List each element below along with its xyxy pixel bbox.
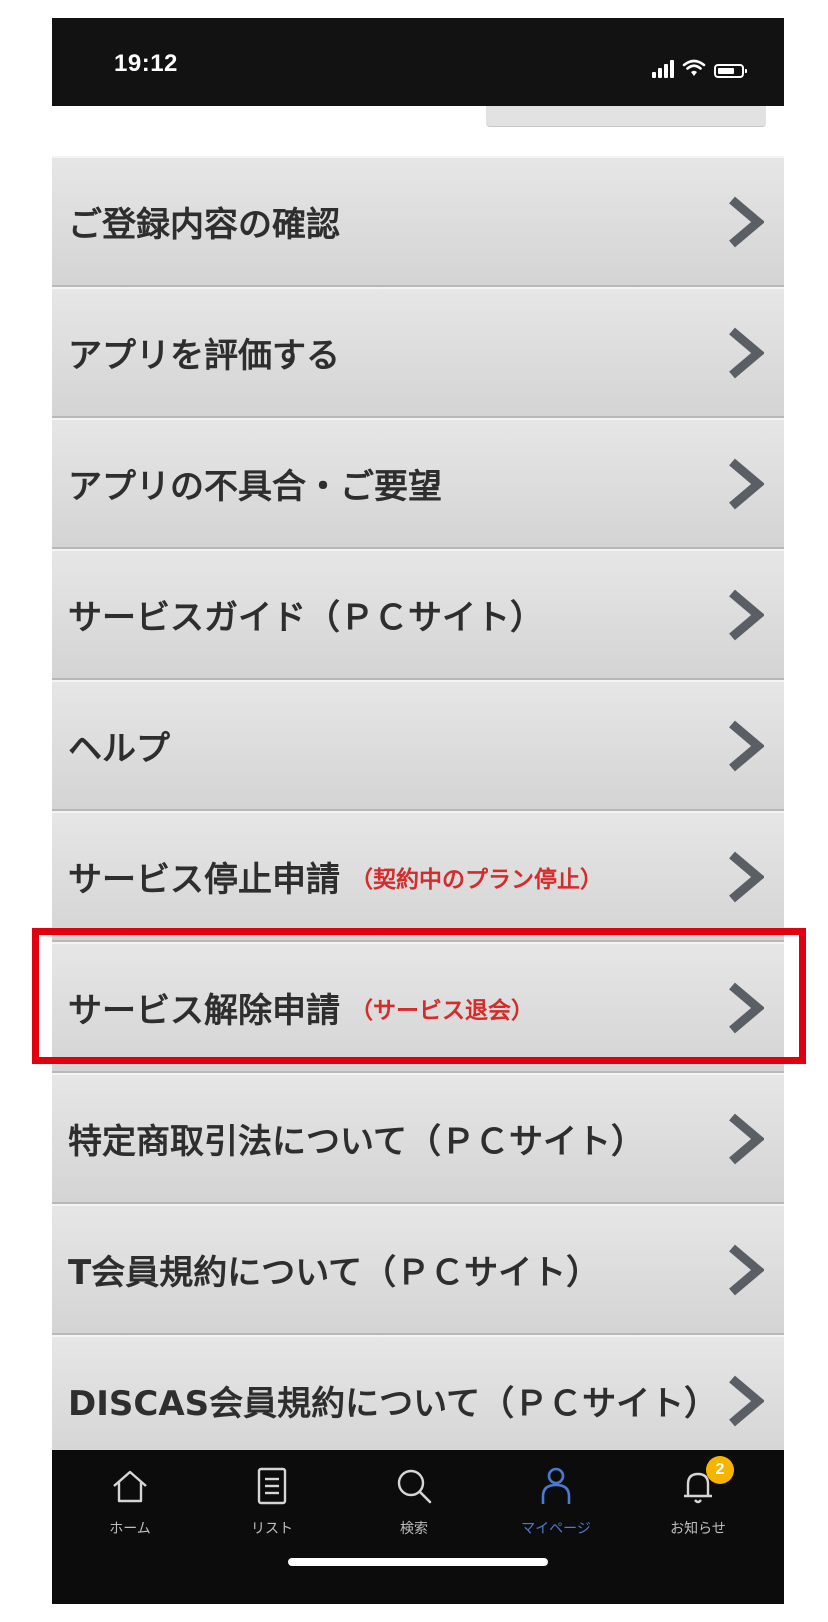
- menu-item-label: サービスガイド（ＰＣサイト）: [68, 598, 544, 638]
- menu-item-t-member-terms[interactable]: T会員規約について（ＰＣサイト）: [52, 1204, 784, 1335]
- previous-item-edge: [486, 106, 766, 127]
- previous-item-strip: [52, 106, 784, 156]
- menu-item-service-guide[interactable]: サービスガイド（ＰＣサイト）: [52, 549, 784, 680]
- chevron-right-icon: [729, 458, 764, 509]
- menu-item-app-feedback[interactable]: アプリの不具合・ご要望: [52, 418, 784, 549]
- tab-notifications[interactable]: 2 お知らせ: [648, 1456, 748, 1544]
- menu-item-registration-info[interactable]: ご登録内容の確認: [52, 156, 784, 287]
- wifi-icon: [682, 59, 706, 76]
- chevron-right-icon: [729, 851, 764, 902]
- menu-item-help[interactable]: ヘルプ: [52, 680, 784, 811]
- home-icon: [113, 1470, 147, 1503]
- chevron-right-icon: [729, 982, 764, 1033]
- chevron-right-icon: [729, 1375, 764, 1426]
- chevron-right-icon: [729, 1244, 764, 1295]
- menu-item-label: サービス停止申請: [68, 860, 340, 900]
- menu-item-commercial-law[interactable]: 特定商取引法について（ＰＣサイト）: [52, 1073, 784, 1204]
- menu-item-label: ヘルプ: [68, 729, 170, 769]
- chevron-right-icon: [729, 196, 764, 247]
- tab-mypage[interactable]: マイページ: [506, 1464, 606, 1544]
- menu-item-label: ご登録内容の確認: [68, 205, 340, 245]
- menu-item-service-cancel[interactable]: サービス解除申請 （サービス退会）: [52, 942, 784, 1073]
- status-time: 19:12: [114, 50, 178, 77]
- status-bar: 19:12: [52, 18, 784, 106]
- list-icon: [257, 1467, 287, 1505]
- chevron-right-icon: [729, 720, 764, 771]
- battery-icon: [714, 64, 747, 78]
- person-icon: [541, 1467, 571, 1504]
- chevron-right-icon: [729, 327, 764, 378]
- tab-label: リスト: [251, 1521, 293, 1537]
- search-icon: [397, 1469, 432, 1504]
- menu-item-service-suspend[interactable]: サービス停止申請 （契約中のプラン停止）: [52, 811, 784, 942]
- settings-menu-list: ご登録内容の確認 アプリを評価する アプリの不具合・ご要望 サービスガイド（ＰＣ…: [52, 156, 784, 1466]
- menu-item-label: DISCAS会員規約について（ＰＣサイト）: [68, 1384, 719, 1424]
- menu-item-label: 特定商取引法について（ＰＣサイト）: [68, 1122, 645, 1162]
- menu-item-rate-app[interactable]: アプリを評価する: [52, 287, 784, 418]
- chevron-right-icon: [729, 1113, 764, 1164]
- tab-home[interactable]: ホーム: [80, 1464, 180, 1544]
- menu-item-discas-terms[interactable]: DISCAS会員規約について（ＰＣサイト）: [52, 1335, 784, 1466]
- phone-screen: 19:12 ご登録内容の確認 アプリを評価する アプリの不具合・ご要望 サービス…: [52, 18, 784, 1604]
- notification-badge: 2: [706, 1456, 734, 1484]
- bottom-tab-bar: ホーム リスト 検索 マイページ 2 お知らせ: [52, 1450, 784, 1604]
- signal-icon: [652, 60, 674, 78]
- tab-label: ホーム: [109, 1521, 151, 1537]
- chevron-right-icon: [729, 589, 764, 640]
- home-indicator[interactable]: [288, 1558, 548, 1566]
- menu-item-note: （サービス退会）: [350, 997, 534, 1024]
- menu-item-label: アプリの不具合・ご要望: [68, 467, 442, 507]
- menu-item-label: T会員規約について（ＰＣサイト）: [68, 1253, 601, 1293]
- tab-label: 検索: [400, 1521, 428, 1537]
- menu-item-note: （契約中のプラン停止）: [350, 866, 603, 893]
- tab-label: お知らせ: [670, 1521, 726, 1537]
- menu-item-label: アプリを評価する: [68, 336, 340, 376]
- tab-search[interactable]: 検索: [364, 1464, 464, 1544]
- status-icons: [652, 54, 747, 78]
- tab-list[interactable]: リスト: [222, 1464, 322, 1544]
- menu-item-label: サービス解除申請: [68, 991, 340, 1031]
- tab-label: マイページ: [521, 1521, 591, 1537]
